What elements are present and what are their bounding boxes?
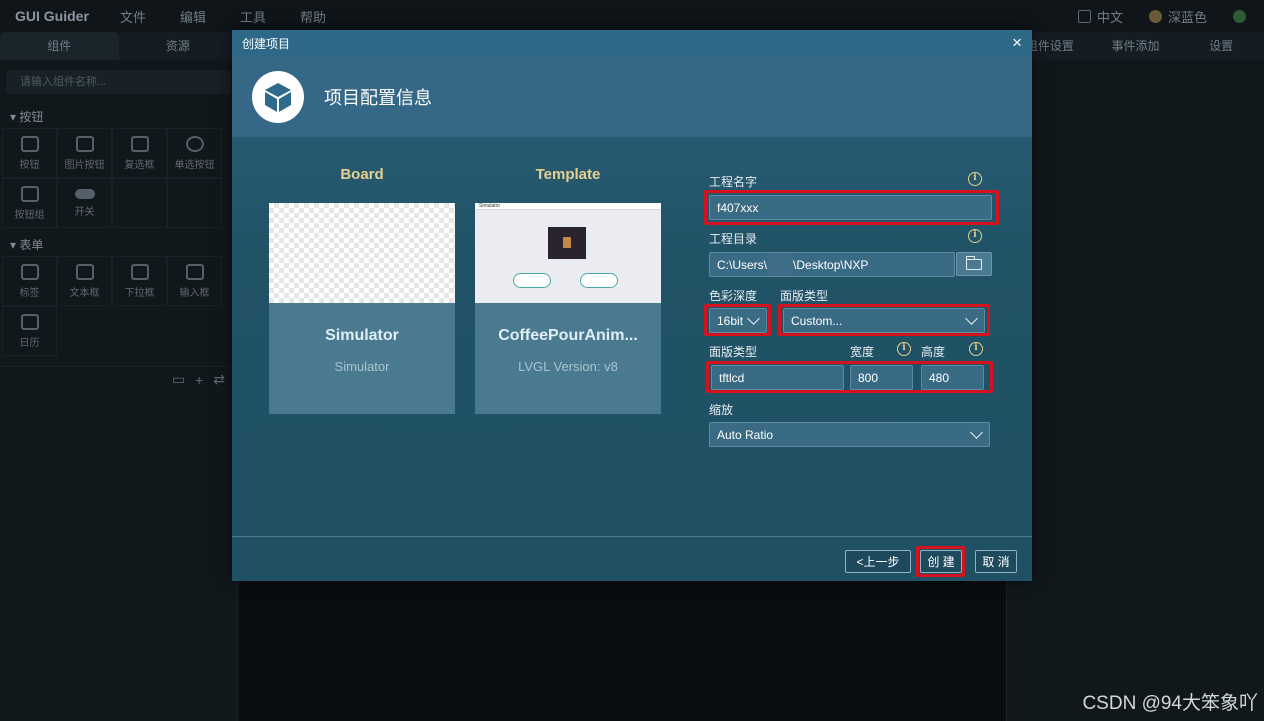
info-icon[interactable]: i <box>968 172 982 186</box>
section-buttons-title[interactable]: ▾ 按钮 <box>0 100 237 128</box>
scale-select[interactable]: Auto Ratio <box>709 422 990 447</box>
info-icon[interactable]: i <box>968 229 982 243</box>
globe-button[interactable] <box>1233 9 1246 23</box>
section-forms-title[interactable]: ▾ 表单 <box>0 228 237 256</box>
widget-calendar[interactable]: 日历 <box>2 306 57 356</box>
project-dir-input[interactable]: C:\Users\ \Desktop\NXP <box>709 252 955 277</box>
cube-logo-icon <box>252 71 304 123</box>
menu-edit[interactable]: 编辑 <box>180 7 206 26</box>
template-thumbnail: Simulator <box>475 203 661 303</box>
cancel-button[interactable]: 取 消 <box>975 550 1017 573</box>
panel-type-label: 面版类型 <box>780 289 829 303</box>
palette-icon <box>1148 9 1162 23</box>
template-thumb-titlebar: Simulator <box>475 203 661 210</box>
dialog-title: 创建项目 <box>242 37 291 51</box>
board-card[interactable]: Simulator Simulator <box>269 203 455 414</box>
widget-button[interactable]: 按钮 <box>2 128 57 178</box>
template-card[interactable]: Simulator CoffeePourAnim... LVGL Version… <box>475 203 661 414</box>
widget-button-group[interactable]: 按钮组 <box>2 178 57 228</box>
width-input[interactable]: 800 <box>850 365 913 390</box>
tab-resources[interactable]: 资源 <box>118 32 237 60</box>
chevron-down-icon <box>747 311 760 325</box>
browse-folder-button[interactable] <box>956 252 992 276</box>
board-subtitle: Simulator <box>334 359 390 374</box>
properties-panel: 组件设置 事件添加 设置 <box>1006 32 1264 721</box>
language-icon <box>1077 9 1091 23</box>
widget-dropdown[interactable]: 下拉框 <box>112 256 167 306</box>
menubar-right: 中文 深蓝色 <box>1077 0 1246 32</box>
dropdown-icon <box>130 263 149 280</box>
switch-icon <box>74 188 95 199</box>
globe-icon <box>1233 9 1246 23</box>
back-button[interactable]: <上一步 <box>845 550 911 573</box>
textarea-icon <box>75 263 94 280</box>
menu-bar: GUI Guider 文件 编辑 工具 帮助 中文 深蓝色 <box>0 0 1264 32</box>
tab-widgets[interactable]: 组件 <box>0 32 119 60</box>
widget-switch[interactable]: 开关 <box>57 178 112 228</box>
coffee-cup-icon <box>548 227 586 259</box>
menu-file[interactable]: 文件 <box>120 7 146 26</box>
input-icon <box>185 263 204 280</box>
project-name-input[interactable]: f407xxx <box>709 195 992 220</box>
widget-textarea[interactable]: 文本框 <box>57 256 112 306</box>
widget-panel-toolbar: ▭ + ⇄ <box>0 366 237 392</box>
widget-radio[interactable]: 单选按钮 <box>167 128 222 178</box>
widget-panel: 组件 资源 请输入组件名称... ▾ 按钮 按钮 图片按钮 复选框 单选按钮 按… <box>0 32 238 721</box>
scale-label: 缩放 <box>709 403 734 417</box>
template-subtitle: LVGL Version: v8 <box>518 359 618 374</box>
widget-search-input[interactable]: 请输入组件名称... <box>6 70 231 94</box>
radio-icon <box>185 135 204 152</box>
color-depth-label: 色彩深度 <box>709 289 758 303</box>
project-name-label: 工程名字 <box>709 175 758 189</box>
calendar-icon <box>20 313 39 330</box>
close-icon[interactable]: × <box>1012 33 1022 53</box>
panel-type2-label: 面版类型 <box>709 345 758 359</box>
dialog-header: 项目配置信息 <box>232 57 1032 137</box>
theme-switch[interactable]: 深蓝色 <box>1148 7 1207 26</box>
menu-tools[interactable]: 工具 <box>240 7 266 26</box>
panel-type2-input[interactable]: tftlcd <box>711 365 844 390</box>
add-icon[interactable]: + <box>195 372 203 388</box>
panel-type-select[interactable]: Custom... <box>783 308 985 333</box>
dialog-titlebar: 创建项目 × <box>232 30 1032 57</box>
refresh-icon[interactable]: ⇄ <box>213 371 225 388</box>
widget-label[interactable]: 标签 <box>2 256 57 306</box>
button-group-icon <box>20 185 39 202</box>
dialog-footer: <上一步 创 建 取 消 <box>232 536 1032 581</box>
project-dir-label: 工程目录 <box>709 232 758 246</box>
dialog-heading: 项目配置信息 <box>324 88 432 108</box>
board-name: Simulator <box>325 327 399 344</box>
redaction <box>767 254 793 276</box>
folder-icon[interactable]: ▭ <box>172 371 185 388</box>
app-title: GUI Guider <box>15 8 89 24</box>
width-label: 宽度 <box>850 345 875 359</box>
widget-checkbox[interactable]: 复选框 <box>112 128 167 178</box>
tab-events[interactable]: 事件添加 <box>1092 32 1179 60</box>
create-project-dialog: 创建项目 × 项目配置信息 Board Simulator Simulator … <box>232 30 1032 581</box>
tab-settings[interactable]: 设置 <box>1178 32 1264 60</box>
height-input[interactable]: 480 <box>921 365 984 390</box>
widget-input[interactable]: 输入框 <box>167 256 222 306</box>
button-icon <box>20 135 39 152</box>
board-column-title: Board <box>340 166 384 183</box>
height-label: 高度 <box>921 345 946 359</box>
template-name: CoffeePourAnim... <box>498 327 638 344</box>
chevron-down-icon <box>970 425 983 439</box>
create-button[interactable]: 创 建 <box>920 550 962 573</box>
info-icon[interactable]: i <box>969 342 983 356</box>
image-button-icon <box>75 135 94 152</box>
template-column-title: Template <box>535 166 601 183</box>
watermark: CSDN @94大笨象吖 <box>1082 693 1258 714</box>
board-thumbnail <box>269 203 455 303</box>
menu-help[interactable]: 帮助 <box>300 7 326 26</box>
chevron-down-icon <box>965 311 978 325</box>
checkbox-icon <box>130 135 149 152</box>
folder-icon <box>965 255 982 270</box>
color-depth-select[interactable]: 16bit <box>709 308 767 333</box>
language-switch[interactable]: 中文 <box>1077 7 1123 26</box>
design-canvas <box>240 580 1006 721</box>
widget-image-button[interactable]: 图片按钮 <box>57 128 112 178</box>
label-icon <box>20 263 39 280</box>
info-icon[interactable]: i <box>897 342 911 356</box>
